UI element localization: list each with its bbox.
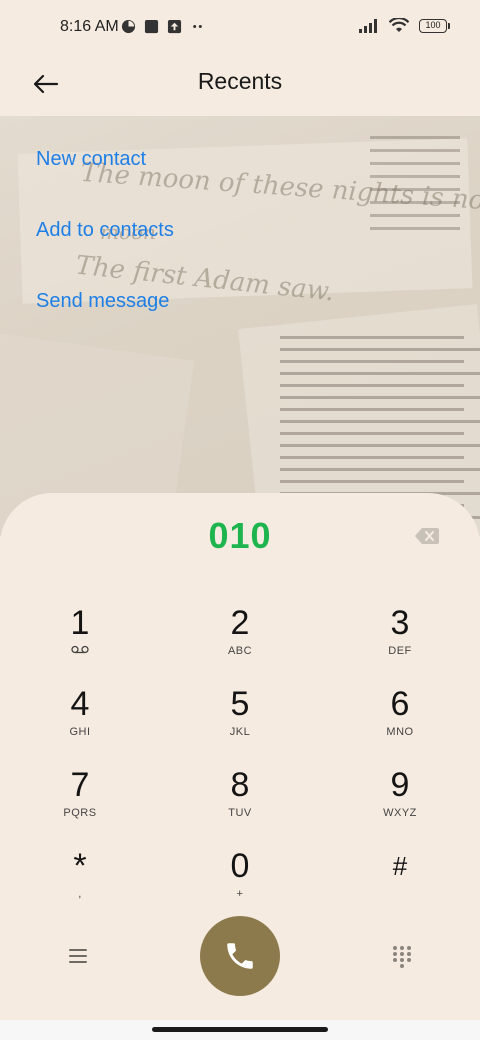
status-bar: 8:16 AM 100 (0, 0, 480, 56)
key-letters: JKL (229, 726, 251, 738)
key-letters: PQRS (63, 807, 97, 819)
wallpaper-background: The moon of these nights is not the moon… (0, 116, 480, 536)
key-6[interactable]: 6 MNO (340, 684, 460, 758)
key-digit: 8 (230, 766, 250, 804)
send-message-link[interactable]: Send message (36, 290, 169, 313)
alarm-icon (121, 19, 136, 34)
key-digit: * (73, 847, 87, 885)
key-9[interactable]: 9 WXYZ (340, 765, 460, 839)
key-5[interactable]: 5 JKL (180, 684, 300, 758)
call-button[interactable] (200, 916, 280, 996)
hamburger-icon (69, 949, 87, 963)
key-letters: MNO (386, 726, 414, 738)
key-letters: TUV (228, 807, 252, 819)
key-letters: WXYZ (383, 807, 417, 819)
key-digit: 6 (390, 685, 410, 723)
key-letters: + (236, 888, 244, 900)
square-icon (144, 19, 159, 34)
status-right-icons: 100 (359, 18, 450, 34)
key-digit: 3 (390, 604, 410, 642)
dialpad-toggle-button[interactable] (390, 945, 414, 969)
backspace-button[interactable] (414, 527, 440, 545)
key-star[interactable]: * , (20, 846, 140, 920)
backspace-icon (415, 528, 439, 544)
battery-icon: 100 (419, 19, 450, 33)
home-indicator[interactable] (152, 1027, 328, 1032)
upload-icon (167, 19, 182, 34)
battery-level: 100 (419, 19, 447, 33)
key-digit: 7 (70, 766, 90, 804)
dialpad-icon (393, 946, 411, 968)
status-time: 8:16 AM (60, 18, 119, 35)
key-letters: , (78, 888, 82, 900)
key-letters: GHI (69, 726, 91, 738)
key-digit: 1 (70, 604, 90, 642)
key-letters: DEF (388, 645, 412, 657)
dots-icon (193, 25, 202, 28)
add-to-contacts-link[interactable]: Add to contacts (36, 219, 174, 242)
key-digit: 4 (70, 685, 90, 723)
key-digit: 2 (230, 604, 250, 642)
key-8[interactable]: 8 TUV (180, 765, 300, 839)
key-0[interactable]: 0 + (180, 846, 300, 920)
wifi-icon (389, 18, 409, 32)
voicemail-icon (20, 645, 140, 657)
page-title: Recents (197, 68, 283, 94)
key-digit: 0 (230, 847, 250, 885)
app-header: Recents (0, 56, 480, 116)
key-digit: 9 (390, 766, 410, 804)
key-1[interactable]: 1 (20, 603, 140, 677)
key-digit: 5 (230, 685, 250, 723)
key-3[interactable]: 3 DEF (340, 603, 460, 677)
key-hash[interactable]: # (340, 846, 460, 920)
key-2[interactable]: 2 ABC (180, 603, 300, 677)
key-digit: # (392, 851, 408, 881)
status-left-icons (121, 19, 205, 34)
signal-icon (359, 19, 377, 33)
entered-number[interactable]: 010 (0, 515, 480, 557)
new-contact-link[interactable]: New contact (36, 148, 146, 171)
key-letters: ABC (227, 645, 253, 657)
phone-icon (227, 943, 253, 969)
key-4[interactable]: 4 GHI (20, 684, 140, 758)
navigation-bar (0, 1020, 480, 1040)
key-7[interactable]: 7 PQRS (20, 765, 140, 839)
dial-panel: 010 1 2 ABC 3 DEF 4 GHI 5 JKL 6 MNO 7 PQ… (0, 493, 480, 1040)
menu-button[interactable] (66, 945, 90, 967)
